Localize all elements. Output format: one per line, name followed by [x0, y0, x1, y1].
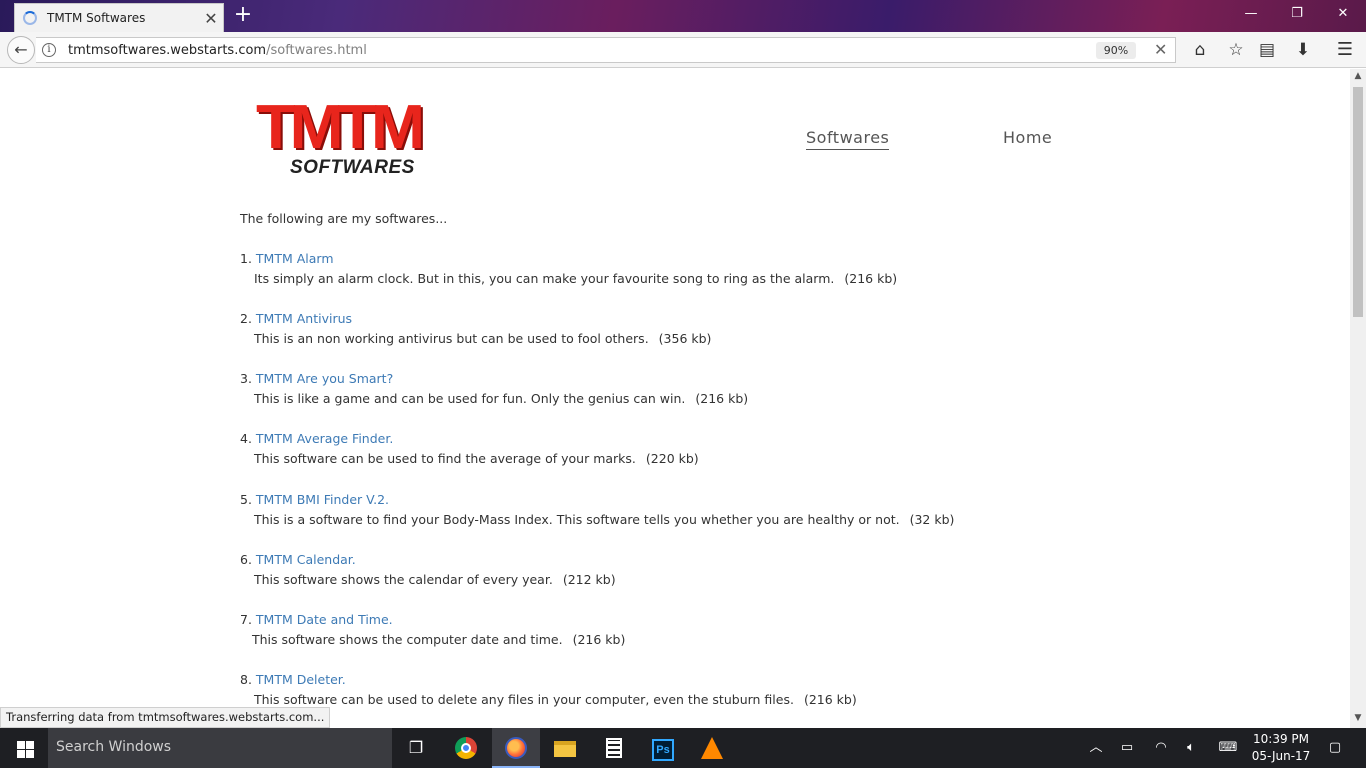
vlc-icon[interactable] [688, 728, 736, 768]
software-item: 5. TMTM BMI Finder V.2. This is a softwa… [240, 492, 1140, 527]
scroll-up-arrow-icon[interactable]: ▲ [1350, 71, 1366, 81]
site-logo[interactable]: TMTM SOFTWARES [256, 97, 425, 181]
page-content: TMTM SOFTWARES Softwares Home The follow… [0, 69, 1350, 728]
browser-titlebar: TMTM Softwares ✕ + — ❐ ✕ [0, 0, 1366, 32]
volume-icon[interactable]: 🔈︎ [1178, 728, 1204, 768]
tab-title: TMTM Softwares [47, 11, 146, 25]
clock-time: 10:39 PM [1253, 732, 1309, 746]
software-size: (216 kb) [803, 692, 857, 707]
clock-date: 05-Jun-17 [1251, 749, 1311, 763]
star-icon[interactable]: ☆ [1222, 38, 1250, 62]
software-description: Its simply an alarm clock. But in this, … [254, 271, 835, 286]
keyboard-icon[interactable]: ⌨ [1212, 728, 1244, 768]
browser-navbar: ← i tmtmsoftwares.webstarts.com/software… [0, 32, 1366, 68]
calculator-icon[interactable] [590, 728, 638, 768]
software-size: (216 kb) [572, 632, 626, 647]
item-number: 6. [240, 552, 252, 567]
software-link[interactable]: TMTM BMI Finder V.2. [256, 492, 389, 507]
software-size: (220 kb) [645, 451, 699, 466]
back-arrow-icon: ← [14, 40, 28, 59]
notification-center-icon[interactable]: ▢ [1320, 728, 1350, 768]
page-scrollbar[interactable]: ▲ ▼ [1350, 69, 1366, 728]
url-text[interactable]: tmtmsoftwares.webstarts.com/softwares.ht… [68, 43, 367, 58]
logo-main-text: TMTM [256, 93, 425, 162]
photoshop-label: Ps [652, 739, 674, 761]
task-view-icon[interactable]: ❐ [392, 728, 440, 768]
window-close-button[interactable]: ✕ [1320, 0, 1366, 30]
item-number: 7. [240, 612, 252, 627]
file-explorer-icon[interactable] [541, 728, 589, 768]
software-item: 4. TMTM Average Finder. This software ca… [240, 431, 1140, 466]
wifi-icon[interactable]: ◠ [1148, 728, 1174, 768]
home-icon[interactable]: ⌂ [1186, 38, 1214, 62]
software-item: 2. TMTM Antivirus This is an non working… [240, 311, 1140, 346]
browser-tab[interactable]: TMTM Softwares ✕ [14, 3, 224, 32]
hamburger-menu-icon[interactable]: ☰ [1331, 38, 1359, 62]
windows-start-icon[interactable] [0, 728, 48, 768]
intro-text: The following are my softwares... [240, 211, 448, 226]
software-link[interactable]: TMTM Antivirus [256, 311, 352, 326]
software-size: (216 kb) [695, 391, 749, 406]
info-icon[interactable]: i [42, 43, 56, 57]
software-description: This software shows the computer date an… [252, 632, 563, 647]
tab-close-icon[interactable]: ✕ [199, 9, 223, 28]
logo-sub-text: SOFTWARES [290, 157, 415, 178]
software-size: (212 kb) [562, 572, 616, 587]
search-placeholder: Search Windows [56, 739, 172, 755]
reader-list-icon[interactable]: ▤ [1253, 38, 1281, 62]
url-host: tmtmsoftwares.webstarts.com [68, 43, 267, 58]
new-tab-button[interactable]: + [230, 3, 256, 29]
software-link[interactable]: TMTM Date and Time. [256, 612, 393, 627]
software-link[interactable]: TMTM Are you Smart? [256, 371, 393, 386]
url-clear-icon[interactable]: ✕ [1154, 40, 1167, 59]
software-description: This software shows the calendar of ever… [254, 572, 553, 587]
windows-taskbar: Search Windows ❐ Ps ︿ ▭ ◠ 🔈︎ ⌨ 10:39 PM … [0, 728, 1366, 768]
item-number: 1. [240, 251, 252, 266]
back-button[interactable]: ← [7, 36, 35, 64]
software-description: This is like a game and can be used for … [254, 391, 686, 406]
software-size: (356 kb) [658, 331, 712, 346]
item-number: 3. [240, 371, 252, 386]
software-item: 8. TMTM Deleter. This software can be us… [240, 672, 1140, 707]
item-number: 2. [240, 311, 252, 326]
software-link[interactable]: TMTM Average Finder. [256, 431, 393, 446]
software-item: 7. TMTM Date and Time. This software sho… [240, 612, 1140, 647]
photoshop-icon[interactable]: Ps [639, 728, 687, 768]
software-size: (216 kb) [844, 271, 898, 286]
nav-home-link[interactable]: Home [1003, 128, 1052, 147]
software-description: This software can be used to delete any … [254, 692, 794, 707]
software-description: This is a software to find your Body-Mas… [254, 512, 900, 527]
window-minimize-button[interactable]: — [1228, 0, 1274, 30]
chrome-icon[interactable] [442, 728, 490, 768]
software-description: This is an non working antivirus but can… [254, 331, 649, 346]
url-path: /softwares.html [266, 43, 367, 58]
item-number: 4. [240, 431, 252, 446]
firefox-icon[interactable] [492, 728, 540, 768]
item-number: 8. [240, 672, 252, 687]
scroll-down-arrow-icon[interactable]: ▼ [1350, 713, 1366, 723]
item-number: 5. [240, 492, 252, 507]
window-restore-button[interactable]: ❐ [1274, 0, 1320, 30]
url-bar[interactable]: i tmtmsoftwares.webstarts.com/softwares.… [36, 37, 1176, 63]
zoom-level-badge[interactable]: 90% [1096, 42, 1136, 59]
tray-expand-chevron-icon[interactable]: ︿ [1084, 728, 1108, 768]
battery-icon[interactable]: ▭ [1114, 728, 1140, 768]
software-item: 3. TMTM Are you Smart? This is like a ga… [240, 371, 1140, 406]
taskbar-search-box[interactable]: Search Windows [48, 728, 392, 768]
software-item: 1. TMTM Alarm Its simply an alarm clock.… [240, 251, 1140, 286]
software-link[interactable]: TMTM Alarm [256, 251, 334, 266]
scrollbar-thumb[interactable] [1353, 87, 1363, 317]
software-size: (32 kb) [909, 512, 955, 527]
status-bar: Transferring data from tmtmsoftwares.web… [0, 707, 331, 728]
loading-spinner-icon [23, 11, 37, 25]
software-description: This software can be used to find the av… [254, 451, 636, 466]
software-link[interactable]: TMTM Calendar. [256, 552, 356, 567]
software-link[interactable]: TMTM Deleter. [256, 672, 346, 687]
nav-softwares-link[interactable]: Softwares [806, 128, 890, 150]
taskbar-clock[interactable]: 10:39 PM 05-Jun-17 [1248, 731, 1314, 765]
download-arrow-icon[interactable]: ⬇ [1289, 38, 1317, 62]
software-item: 6. TMTM Calendar. This software shows th… [240, 552, 1140, 587]
